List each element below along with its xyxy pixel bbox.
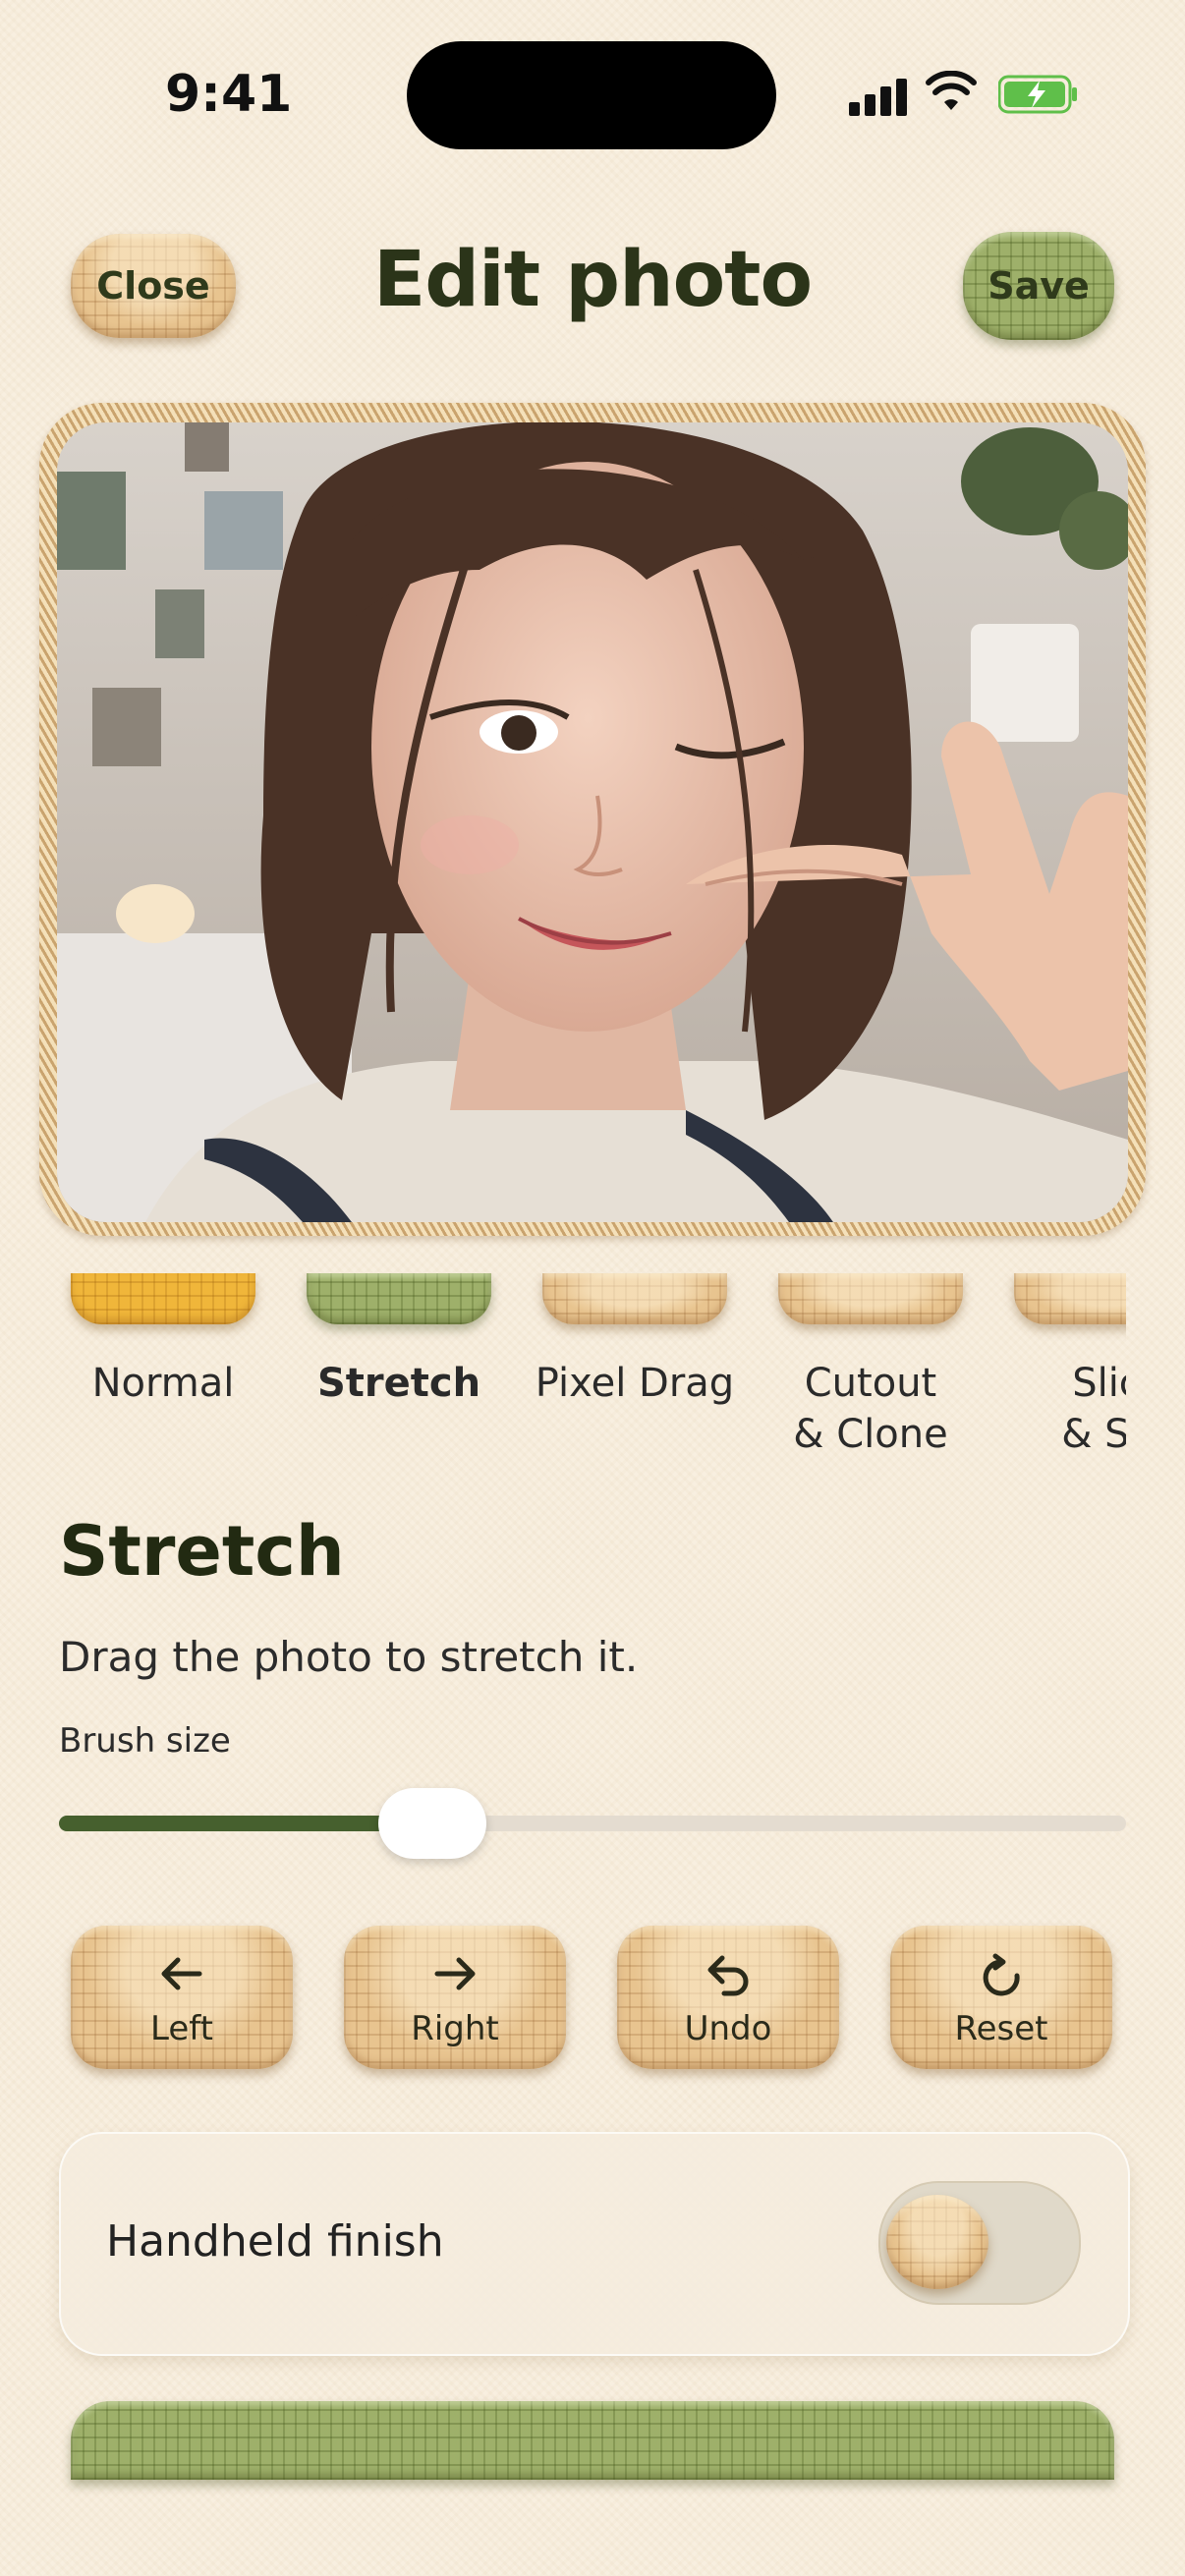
undo-icon [707,1955,749,1996]
left-button[interactable]: Left [71,1926,293,2069]
section-description: Drag the photo to stretch it. [59,1633,639,1681]
section-title: Stretch [59,1511,345,1592]
arrow-right-icon [434,1957,476,1990]
mode-label-slice[interactable]: Slic & Sli [988,1358,1126,1460]
undo-button-label: Undo [684,2009,772,2048]
photo-canvas[interactable] [57,422,1128,1222]
reset-button[interactable]: Reset [890,1926,1112,2069]
dynamic-island [407,41,776,149]
reset-button-label: Reset [954,2009,1048,2048]
left-button-label: Left [150,2009,213,2048]
mode-tile-slice[interactable] [1014,1273,1126,1324]
right-button-label: Right [411,2009,499,2048]
mode-tile-pixel-drag[interactable] [542,1273,727,1324]
arrow-left-icon [161,1957,202,1990]
brush-size-label: Brush size [59,1721,231,1761]
handheld-finish-label: Handheld finish [106,2216,444,2267]
undo-button[interactable]: Undo [617,1926,839,2069]
cellular-signal-icon [849,77,908,116]
mode-tile-cutout-clone[interactable] [778,1273,963,1324]
mode-label-pixel-drag[interactable]: Pixel Drag [517,1358,753,1409]
mode-label-normal[interactable]: Normal [59,1358,281,1409]
right-button[interactable]: Right [344,1926,566,2069]
save-button[interactable]: Save [963,232,1114,340]
battery-charging-icon [998,75,1077,114]
mode-tile-normal[interactable] [71,1273,255,1324]
status-time: 9:41 [165,65,293,124]
brush-size-slider-fill [59,1816,433,1831]
mode-tile-stretch[interactable] [307,1273,491,1324]
brush-size-slider-thumb[interactable] [378,1788,487,1859]
mode-label-cutout-clone[interactable]: Cutout & Clone [753,1358,988,1460]
bottom-action-bar[interactable] [71,2401,1114,2480]
reset-icon [983,1953,1020,1996]
mode-label-stretch[interactable]: Stretch [281,1358,517,1409]
toggle-knob[interactable] [886,2195,988,2289]
portrait-photo [57,422,1128,1222]
wifi-icon [926,71,977,110]
mode-selector: Normal Stretch Pixel Drag Cutout & Clone… [59,1273,1126,1480]
